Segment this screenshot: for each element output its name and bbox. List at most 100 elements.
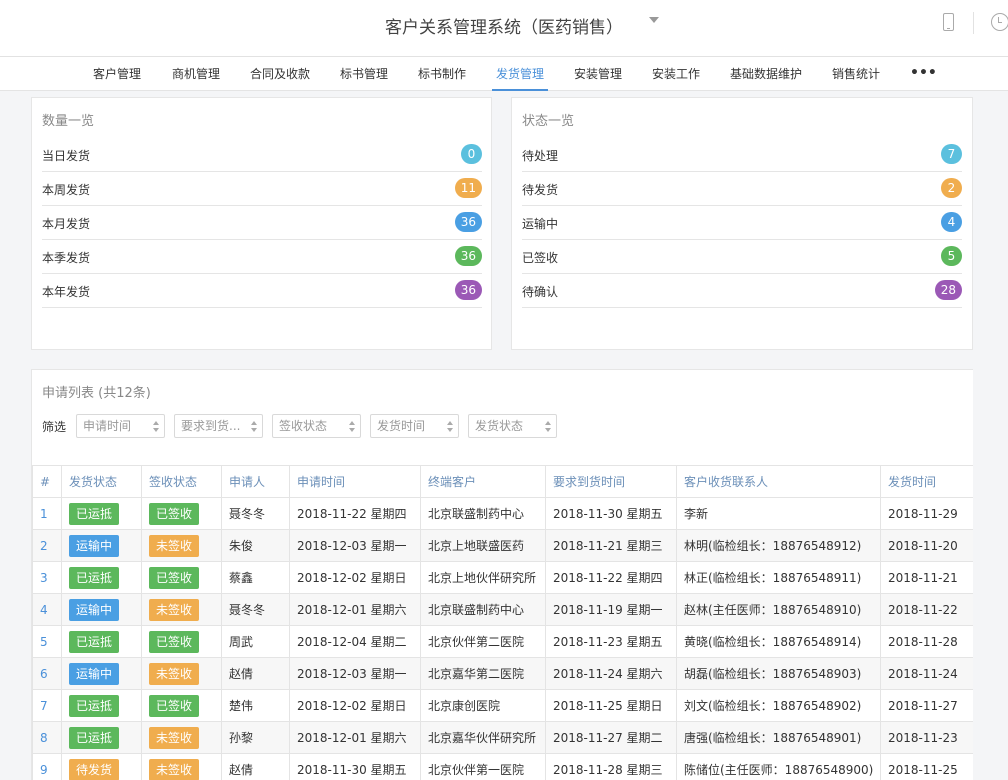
- count-badge: 11: [454, 178, 482, 198]
- select-arrows-icon: [349, 421, 355, 432]
- column-header[interactable]: 终端客户: [420, 465, 546, 498]
- customer-cell: 北京伙伴第二医院: [420, 625, 546, 658]
- nav-item-contract[interactable]: 合同及收款: [250, 57, 310, 91]
- ship-time-cell: 2018-11-27: [880, 689, 973, 722]
- list-title: 申请列表 (共12条): [42, 386, 151, 401]
- table-row[interactable]: 3 已运抵 已签收 蔡鑫 2018-12-02 星期日 北京上地伙伴研究所 2018-11-…: [32, 561, 973, 594]
- sign-status-cell: 未签收: [141, 753, 222, 780]
- nav-item-base-data[interactable]: 基础数据维护: [730, 57, 802, 91]
- table-row[interactable]: 6 运输中 未签收 赵倩 2018-12-03 星期一 北京嘉华第二医院 2018-11-2…: [32, 657, 973, 690]
- apply-time-cell: 2018-11-22 星期四: [289, 497, 421, 530]
- ship-status-cell: 已运抵: [61, 689, 142, 722]
- ship-time-cell: 2018-11-22: [880, 593, 973, 626]
- column-header[interactable]: #: [32, 465, 62, 498]
- ship-status-tag: 待发货: [69, 758, 120, 780]
- applicant-cell: 聂冬冬: [221, 593, 290, 626]
- app-title[interactable]: 客户关系管理系统（医药销售）: [0, 13, 1008, 38]
- due-time-cell: 2018-11-24 星期六: [545, 657, 677, 690]
- column-header[interactable]: 签收状态: [141, 465, 222, 498]
- filter-apply-time[interactable]: 申请时间: [76, 414, 165, 438]
- applicant-cell: 聂冬冬: [221, 497, 290, 530]
- table-row[interactable]: 9 待发货 未签收 赵倩 2018-11-30 星期五 北京伙伴第一医院 2018-11-2…: [32, 753, 973, 780]
- stat-row[interactable]: 本年发货 36: [42, 274, 482, 308]
- table-row[interactable]: 2 运输中 未签收 朱俊 2018-12-03 星期一 北京上地联盛医药 2018-11-2…: [32, 529, 973, 562]
- contact-cell: 赵林(主任医师：18876548910): [676, 593, 881, 626]
- sign-status-cell: 已签收: [141, 625, 222, 658]
- sign-status-tag: 未签收: [149, 758, 200, 780]
- count-badge: 7: [941, 144, 962, 164]
- filter-sign-status[interactable]: 签收状态: [272, 414, 361, 438]
- more-dots-icon[interactable]: •••: [910, 57, 937, 91]
- applicant-cell: 孙黎: [221, 721, 290, 754]
- ship-status-cell: 待发货: [61, 753, 142, 780]
- nav-item-install-work[interactable]: 安装工作: [652, 57, 700, 91]
- customer-cell: 北京联盛制药中心: [420, 593, 546, 626]
- stat-label: 当日发货: [42, 149, 91, 163]
- column-header[interactable]: 要求到货时间: [545, 465, 677, 498]
- ship-status-cell: 已运抵: [61, 561, 142, 594]
- table-row[interactable]: 1 已运抵 已签收 聂冬冬 2018-11-22 星期四 北京联盛制药中心 2018-11-…: [32, 497, 973, 530]
- ship-time-cell: 2018-11-28: [880, 625, 973, 658]
- stat-row[interactable]: 待发货 2: [522, 172, 962, 206]
- customer-cell: 北京伙伴第一医院: [420, 753, 546, 780]
- nav-item-tender-make[interactable]: 标书制作: [418, 57, 466, 91]
- stat-row[interactable]: 运输中 4: [522, 206, 962, 240]
- stat-row[interactable]: 本季发货 36: [42, 240, 482, 274]
- mobile-phone-icon[interactable]: [943, 13, 954, 31]
- stat-row[interactable]: 当日发货 0: [42, 138, 482, 172]
- apply-time-cell: 2018-12-02 星期日: [289, 689, 421, 722]
- due-time-cell: 2018-11-22 星期四: [545, 561, 677, 594]
- ship-status-cell: 已运抵: [61, 625, 142, 658]
- table-body: 1 已运抵 已签收 聂冬冬 2018-11-22 星期四 北京联盛制药中心 2018-11-…: [32, 497, 973, 780]
- count-badge: 5: [941, 246, 962, 266]
- filter-due-time[interactable]: 要求到货...: [174, 414, 263, 438]
- filter-ship-time[interactable]: 发货时间: [370, 414, 459, 438]
- table-row[interactable]: 4 运输中 未签收 聂冬冬 2018-12-01 星期六 北京联盛制药中心 2018-11-…: [32, 593, 973, 626]
- contact-cell: 李新: [676, 497, 881, 530]
- stat-label: 本年发货: [42, 285, 91, 299]
- ship-status-tag: 已运抵: [69, 502, 120, 525]
- contact-cell: 林明(临检组长：18876548912): [676, 529, 881, 562]
- ship-status-tag: 运输中: [69, 662, 120, 685]
- sign-status-tag: 已签收: [149, 630, 200, 653]
- stat-row[interactable]: 待确认 28: [522, 274, 962, 308]
- due-time-cell: 2018-11-30 星期五: [545, 497, 677, 530]
- nav-item-shipping[interactable]: 发货管理: [492, 57, 549, 91]
- applicant-cell: 周武: [221, 625, 290, 658]
- table-header-row: # 发货状态 签收状态 申请人 申请时间 终端客户 要求到货时间 客户收货联系人…: [32, 465, 973, 498]
- due-time-cell: 2018-11-19 星期一: [545, 593, 677, 626]
- stat-row[interactable]: 本周发货 11: [42, 172, 482, 206]
- ship-time-cell: 2018-11-24: [880, 657, 973, 690]
- filter-label: 筛选: [42, 420, 67, 434]
- customer-cell: 北京上地伙伴研究所: [420, 561, 546, 594]
- row-number: 6: [32, 657, 62, 690]
- clock-icon[interactable]: [991, 13, 1008, 31]
- select-arrows-icon: [447, 421, 453, 432]
- nav-item-install[interactable]: 安装管理: [574, 57, 622, 91]
- caret-down-icon[interactable]: [649, 17, 659, 23]
- column-header[interactable]: 发货时间: [880, 465, 973, 498]
- column-header[interactable]: 发货状态: [61, 465, 142, 498]
- column-header[interactable]: 客户收货联系人: [676, 465, 881, 498]
- column-header[interactable]: 申请人: [221, 465, 290, 498]
- column-header[interactable]: 申请时间: [289, 465, 421, 498]
- sign-status-cell: 已签收: [141, 689, 222, 722]
- ship-status-tag: 已运抵: [69, 694, 120, 717]
- stat-row[interactable]: 已签收 5: [522, 240, 962, 274]
- table-row[interactable]: 7 已运抵 已签收 楚伟 2018-12-02 星期日 北京康创医院 2018-11-25 …: [32, 689, 973, 722]
- stat-row[interactable]: 本月发货 36: [42, 206, 482, 240]
- table-row[interactable]: 8 已运抵 未签收 孙黎 2018-12-01 星期六 北京嘉华伙伴研究所 2018-11-…: [32, 721, 973, 754]
- nav-item-tender[interactable]: 标书管理: [340, 57, 388, 91]
- count-badge: 36: [454, 212, 482, 232]
- nav-item-customer[interactable]: 客户管理: [93, 57, 141, 91]
- stat-row[interactable]: 待处理 7: [522, 138, 962, 172]
- panel-title: 状态一览: [522, 114, 575, 129]
- customer-cell: 北京康创医院: [420, 689, 546, 722]
- ship-time-cell: 2018-11-20: [880, 529, 973, 562]
- filter-ship-status[interactable]: 发货状态: [468, 414, 557, 438]
- stat-label: 本月发货: [42, 217, 91, 231]
- due-time-cell: 2018-11-21 星期三: [545, 529, 677, 562]
- table-row[interactable]: 5 已运抵 已签收 周武 2018-12-04 星期二 北京伙伴第二医院 2018-11-2…: [32, 625, 973, 658]
- nav-item-sales-stats[interactable]: 销售统计: [832, 57, 880, 91]
- nav-item-opportunity[interactable]: 商机管理: [172, 57, 220, 91]
